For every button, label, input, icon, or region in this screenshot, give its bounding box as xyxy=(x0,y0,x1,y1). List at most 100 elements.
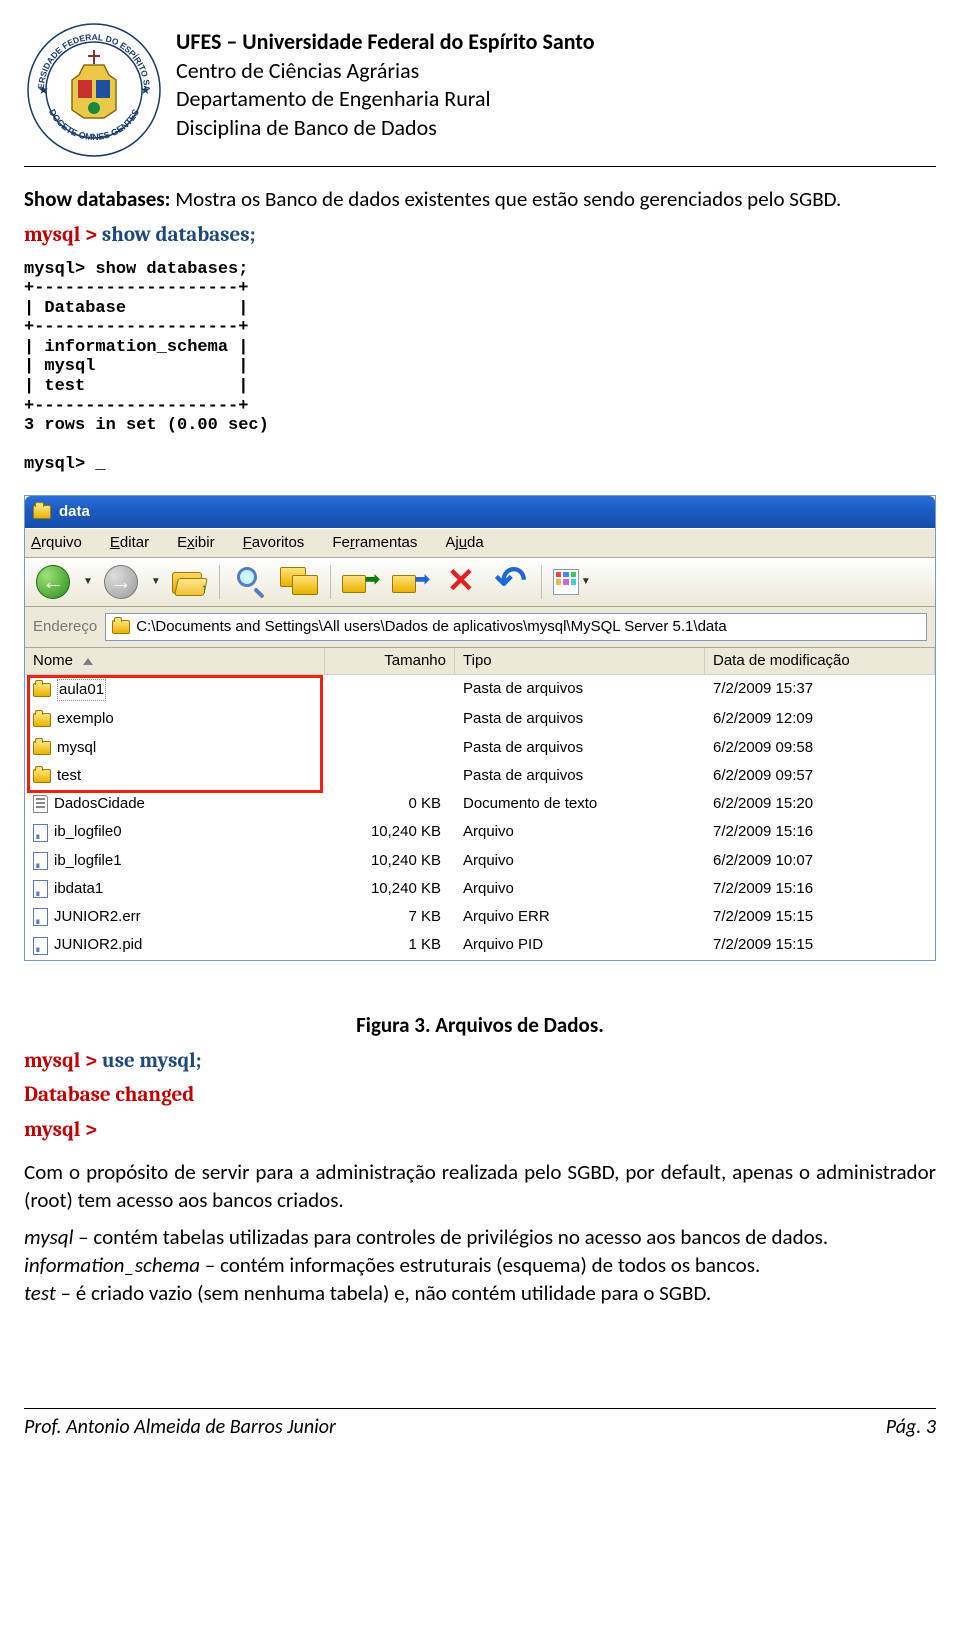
sysfile-icon xyxy=(33,824,48,842)
file-type: Pasta de arquivos xyxy=(455,675,705,705)
file-date: 7/2/2009 15:16 xyxy=(705,818,935,846)
header-line2: Centro de Ciências Agrárias xyxy=(176,57,595,86)
cmd-prompt: mysql > xyxy=(24,223,102,247)
address-value: C:\Documents and Settings\All users\Dado… xyxy=(136,617,727,637)
folders-button[interactable] xyxy=(278,562,322,602)
undo-button[interactable]: ↶ xyxy=(489,562,533,602)
file-date: 6/2/2009 09:58 xyxy=(705,734,935,762)
file-type: Pasta de arquivos xyxy=(455,762,705,790)
file-type: Pasta de arquivos xyxy=(455,705,705,733)
menubar: Arquivo Editar Exibir Favoritos Ferramen… xyxy=(25,528,935,558)
col-nome[interactable]: Nome xyxy=(25,648,325,674)
header-line4: Disciplina de Banco de Dados xyxy=(176,114,595,143)
col-tamanho[interactable]: Tamanho xyxy=(325,648,455,674)
up-button[interactable]: ↑ xyxy=(167,562,211,602)
toolbar: ← ▼ → ▼ ↑ ➡ ➡ ✕ ↶ ▼ xyxy=(25,558,935,607)
column-headers: Nome Tamanho Tipo Data de modificação xyxy=(25,648,935,675)
file-name: ib_logfile0 xyxy=(54,822,122,842)
table-row[interactable]: ibdata1 10,240 KBArquivo7/2/2009 15:16 xyxy=(25,875,935,903)
col-data[interactable]: Data de modificação xyxy=(705,648,935,674)
move-to-button[interactable]: ➡ xyxy=(339,562,383,602)
paragraph-mysql: mysql – contém tabelas utilizadas para c… xyxy=(24,1223,936,1308)
file-size: 10,240 KB xyxy=(325,847,455,875)
address-input[interactable]: C:\Documents and Settings\All users\Dado… xyxy=(105,613,927,641)
search-button[interactable] xyxy=(228,562,272,602)
table-row[interactable]: aula01Pasta de arquivos7/2/2009 15:37 xyxy=(25,675,935,705)
table-row[interactable]: DadosCidade0 KBDocumento de texto6/2/200… xyxy=(25,790,935,818)
ufes-logo: UNIVERSIDADE FEDERAL DO ESPÍRITO SANTO D… xyxy=(24,20,164,160)
file-type: Documento de texto xyxy=(455,790,705,818)
menu-exibir[interactable]: Exibir xyxy=(177,533,215,553)
folder-icon xyxy=(33,769,51,783)
delete-button[interactable]: ✕ xyxy=(439,562,483,602)
file-name: JUNIOR2.err xyxy=(54,907,141,927)
file-name: JUNIOR2.pid xyxy=(54,935,142,955)
forward-dropdown[interactable]: ▼ xyxy=(151,575,161,589)
file-size: 10,240 KB xyxy=(325,818,455,846)
file-size xyxy=(325,675,455,705)
file-size: 1 KB xyxy=(325,931,455,959)
file-date: 6/2/2009 09:57 xyxy=(705,762,935,790)
file-date: 6/2/2009 10:07 xyxy=(705,847,935,875)
file-size xyxy=(325,762,455,790)
file-date: 7/2/2009 15:15 xyxy=(705,903,935,931)
menu-favoritos[interactable]: Favoritos xyxy=(243,533,305,553)
file-name: DadosCidade xyxy=(54,794,145,814)
file-date: 7/2/2009 15:16 xyxy=(705,875,935,903)
terminal-output: mysql> show databases; +----------------… xyxy=(24,260,936,475)
folder-icon xyxy=(33,713,51,727)
intro-paragraph: Show databases: Mostra os Banco de dados… xyxy=(24,185,936,213)
file-type: Arquivo ERR xyxy=(455,903,705,931)
forward-button[interactable]: → xyxy=(99,562,143,602)
file-size: 10,240 KB xyxy=(325,875,455,903)
footer-author: Prof. Antonio Almeida de Barros Junior xyxy=(24,1415,336,1439)
header-text: UFES – Universidade Federal do Espírito … xyxy=(176,20,595,142)
table-row[interactable]: ib_logfile110,240 KBArquivo6/2/2009 10:0… xyxy=(25,847,935,875)
sysfile-icon xyxy=(33,880,48,898)
file-date: 7/2/2009 15:37 xyxy=(705,675,935,705)
window-titlebar[interactable]: data xyxy=(25,496,935,528)
table-row[interactable]: testPasta de arquivos6/2/2009 09:57 xyxy=(25,762,935,790)
back-button[interactable]: ← xyxy=(31,562,75,602)
address-label: Endereço xyxy=(33,617,97,637)
sort-asc-icon xyxy=(83,658,93,665)
menu-ajuda[interactable]: Ajuda xyxy=(445,533,483,553)
intro-label: Show databases: xyxy=(24,186,170,212)
file-type: Arquivo xyxy=(455,875,705,903)
file-list: aula01Pasta de arquivos7/2/2009 15:37exe… xyxy=(25,675,935,960)
table-row[interactable]: JUNIOR2.pid1 KBArquivo PID7/2/2009 15:15 xyxy=(25,931,935,959)
file-date: 7/2/2009 15:15 xyxy=(705,931,935,959)
intro-text: Mostra os Banco de dados existentes que … xyxy=(170,186,841,212)
file-size xyxy=(325,734,455,762)
figure-caption: Figura 3. Arquivos de Dados. xyxy=(24,1011,936,1039)
table-row[interactable]: JUNIOR2.err7 KBArquivo ERR7/2/2009 15:15 xyxy=(25,903,935,931)
menu-arquivo[interactable]: Arquivo xyxy=(31,533,82,553)
menu-ferramentas[interactable]: Ferramentas xyxy=(332,533,417,553)
folder-icon xyxy=(33,505,51,519)
folder-icon xyxy=(33,683,51,697)
table-row[interactable]: exemplo Pasta de arquivos6/2/2009 12:09 xyxy=(25,705,935,733)
copy-to-button[interactable]: ➡ xyxy=(389,562,433,602)
file-size: 0 KB xyxy=(325,790,455,818)
separator-icon xyxy=(541,565,542,599)
col-tipo[interactable]: Tipo xyxy=(455,648,705,674)
file-name: ib_logfile1 xyxy=(54,851,122,871)
separator-icon xyxy=(330,565,331,599)
cmd-body: use mysql; xyxy=(102,1049,202,1073)
table-row[interactable]: mysqlPasta de arquivos6/2/2009 09:58 xyxy=(25,734,935,762)
file-size xyxy=(325,705,455,733)
views-button[interactable]: ▼ xyxy=(550,562,594,602)
table-row[interactable]: ib_logfile010,240 KBArquivo7/2/2009 15:1… xyxy=(25,818,935,846)
back-dropdown[interactable]: ▼ xyxy=(83,575,93,589)
menu-editar[interactable]: Editar xyxy=(110,533,149,553)
folder-icon xyxy=(112,620,130,634)
file-name: exemplo xyxy=(57,709,114,729)
svg-text:★: ★ xyxy=(140,84,151,98)
cmd-prompt-2: mysql > xyxy=(24,1116,936,1144)
cmd-prompt: mysql > xyxy=(24,1049,102,1073)
paragraph-admin: Com o propósito de servir para a adminis… xyxy=(24,1158,936,1215)
file-name: ibdata1 xyxy=(54,879,103,899)
sysfile-icon xyxy=(33,908,48,926)
file-type: Pasta de arquivos xyxy=(455,734,705,762)
file-date: 6/2/2009 12:09 xyxy=(705,705,935,733)
